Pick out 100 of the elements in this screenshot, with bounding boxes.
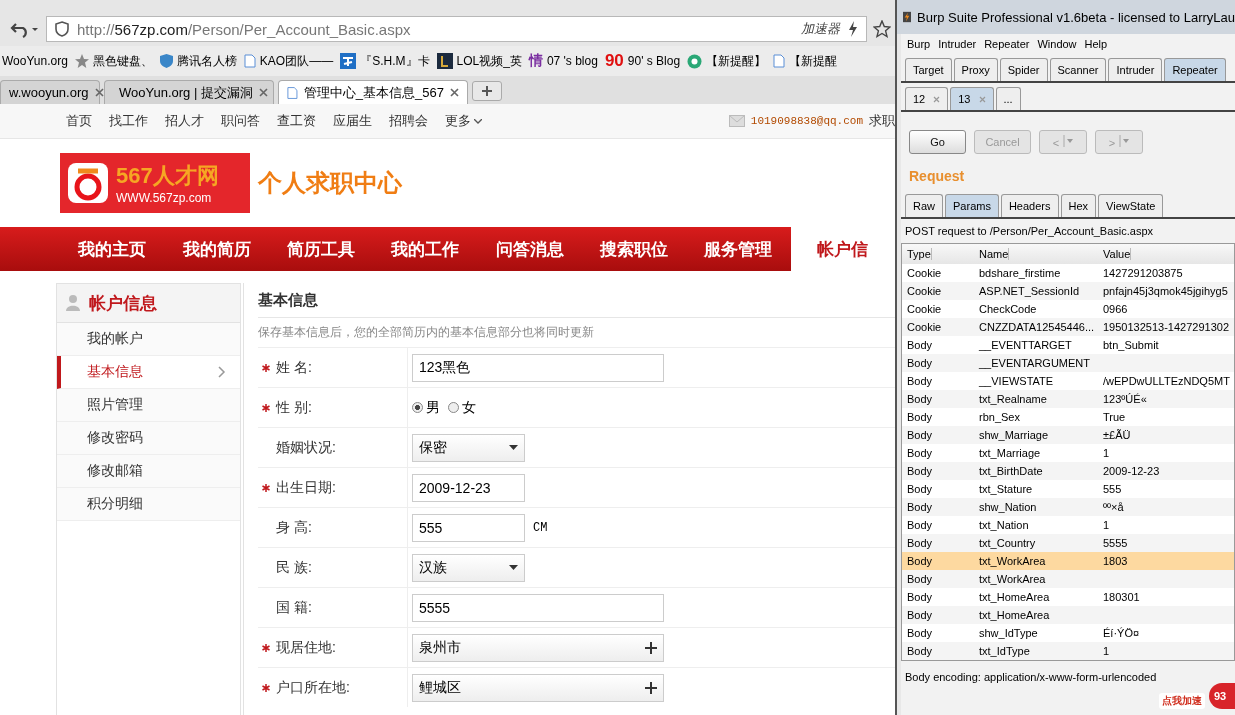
main-nav-tab[interactable]: 简历工具 (268, 227, 374, 271)
region-picker[interactable]: 泉州市 (412, 633, 664, 662)
dropdown[interactable]: 保密 (412, 433, 525, 462)
view-tab[interactable]: Hex (1060, 194, 1097, 217)
column-header[interactable]: Name (974, 248, 1010, 260)
top-nav-link[interactable]: 首页 (66, 112, 92, 130)
tool-tab[interactable]: Intruder (1108, 58, 1163, 81)
radio-option[interactable]: 女 (448, 398, 476, 417)
sidebar-item[interactable]: 修改密码 (57, 422, 240, 455)
tool-tab[interactable]: Target (905, 58, 952, 81)
main-nav-tab[interactable]: 服务管理 (686, 227, 791, 271)
speed-up-tooltip[interactable]: 点我加速 (1159, 693, 1205, 709)
view-tab[interactable]: Headers (1000, 194, 1059, 217)
request-line: POST request to /Person/Per_Account_Basic.aspx (904, 224, 1155, 239)
table-cell-text: ºº×å (1102, 501, 1124, 513)
bookmark-link[interactable]: KAO团队—— (259, 52, 334, 70)
main-nav-tab[interactable]: 搜索职位 (581, 227, 687, 271)
tool-tab[interactable]: Spider (999, 58, 1048, 81)
bookmark-link[interactable]: 【新提醒 (789, 52, 838, 70)
sidebar-item[interactable]: 修改邮箱 (57, 455, 240, 488)
top-nav-link[interactable]: 求职 (869, 112, 895, 130)
menu-item[interactable]: Intruder (938, 38, 977, 50)
more-link[interactable]: 更多 (445, 112, 482, 130)
param-row[interactable]: Body __VIEWSTATE /wEPDwULLTEzNDQ5MT (902, 372, 1234, 390)
region-picker[interactable]: 鲤城区 (412, 673, 664, 702)
text-field[interactable]: 2009-12-23 (412, 473, 525, 502)
param-row[interactable]: Body txt_Nation 1 (902, 516, 1234, 534)
param-row[interactable]: Body txt_HomeArea 180301 (902, 588, 1234, 606)
bookmark-link[interactable]: LOL视频_英 (456, 52, 522, 70)
bookmark-link[interactable]: 【新提醒】 (706, 52, 767, 70)
field-label: 国 籍: (276, 598, 312, 617)
param-row[interactable]: Cookie CheckCode 0966 (902, 300, 1234, 318)
site-logo[interactable]: 567人才网 WWW.567zp.com (60, 153, 250, 213)
top-nav-link[interactable]: 招人才 (165, 112, 204, 130)
param-row[interactable]: Body shw_IdType Éí·ÝÖ¤ (902, 624, 1234, 642)
tool-tab[interactable]: Scanner (1049, 58, 1107, 81)
menu-item[interactable]: Repeater (984, 38, 1030, 50)
param-row[interactable]: Body shw_Marriage ±£ÃÜ (902, 426, 1234, 444)
view-tab[interactable]: Raw (905, 194, 943, 217)
browser-tab[interactable]: 管理中心_基本信息_567 (278, 80, 468, 104)
radio-option[interactable]: 男 (412, 398, 440, 417)
main-nav-tab[interactable]: 帐户信 (790, 227, 895, 271)
column-header[interactable]: Value (1098, 248, 1132, 260)
accelerator-label[interactable]: 加速器 (801, 20, 840, 38)
main-nav-tab[interactable]: 我的主页 (60, 227, 165, 271)
menu-item[interactable]: Help (1084, 38, 1108, 50)
param-row[interactable]: Cookie CNZZDATA12545446... 1950132513-1427291302 (902, 318, 1234, 336)
bookmark-link[interactable]: 90' s Blog (627, 54, 681, 68)
request-tab[interactable]: ... (995, 87, 1021, 110)
bookmark-link[interactable]: 腾讯名人榜 (176, 52, 237, 70)
sidebar-item[interactable]: 积分明细 (57, 488, 240, 521)
top-nav-link[interactable]: 招聘会 (389, 112, 428, 130)
bookmark-link[interactable]: WooYun.org (2, 54, 68, 68)
param-row[interactable]: Body txt_Realname 123ºÚÉ« (902, 390, 1234, 408)
sidebar-item[interactable]: 照片管理 (57, 389, 240, 422)
text-field[interactable]: 555 (412, 513, 525, 542)
param-row[interactable]: Body shw_Nation ºº×å (902, 498, 1234, 516)
param-row[interactable]: Body rbn_Sex True (902, 408, 1234, 426)
main-nav-tab[interactable]: 我的简历 (164, 227, 269, 271)
param-row[interactable]: Body txt_Marriage 1 (902, 444, 1234, 462)
request-tab[interactable]: 12 (905, 87, 949, 110)
bookmark-link[interactable]: 黑色键盘、 (92, 52, 153, 70)
text-field[interactable]: 123黑色 (412, 353, 664, 382)
view-tab[interactable]: ViewState (1098, 194, 1164, 217)
param-row[interactable]: Body txt_BirthDate 2009-12-23 (902, 462, 1234, 480)
top-nav-link[interactable]: 应届生 (333, 112, 372, 130)
main-nav-tab[interactable]: 我的工作 (373, 227, 478, 271)
dropdown[interactable]: 汉族 (412, 553, 525, 582)
param-row[interactable]: Body txt_HomeArea (902, 606, 1234, 624)
address-field[interactable]: http://567zp.com/Person/Per_Account_Basic.aspx 加速器 (46, 16, 867, 42)
menu-item[interactable]: Window (1037, 38, 1077, 50)
bookmark-link[interactable]: 『S.H.M』卡 (360, 52, 430, 70)
top-nav-link[interactable]: 职问答 (221, 112, 260, 130)
top-nav-link[interactable]: 找工作 (109, 112, 148, 130)
sidebar-item[interactable]: 基本信息 (57, 356, 240, 389)
param-row[interactable]: Body txt_WorkArea 1803 (902, 552, 1234, 570)
param-row[interactable]: Body __EVENTARGUMENT (902, 354, 1234, 372)
browser-tab[interactable]: WooYun.org | 提交漏洞 (104, 80, 274, 104)
speed-up-counter[interactable]: 93 (1209, 683, 1235, 709)
param-row[interactable]: Body txt_WorkArea (902, 570, 1234, 588)
tool-tab[interactable]: Repeater (1164, 58, 1226, 81)
text-field[interactable]: 5555 (412, 593, 664, 622)
column-header[interactable]: Type (902, 248, 932, 260)
menu-item[interactable]: Burp (907, 38, 931, 50)
param-row[interactable]: Body __EVENTTARGET btn_Submit (902, 336, 1234, 354)
main-nav-tab[interactable]: 问答消息 (477, 227, 582, 271)
param-row[interactable]: Cookie ASP.NET_SessionId pnfajn45j3qmok45jgihyg5 (902, 282, 1234, 300)
view-tab[interactable]: Params (945, 194, 999, 217)
param-row[interactable]: Cookie bdshare_firstime 1427291203875 (902, 264, 1234, 282)
param-row[interactable]: Body txt_IdType 1 (902, 642, 1234, 660)
request-tab[interactable]: 13 (950, 87, 994, 110)
tool-tab[interactable]: Proxy (953, 58, 998, 81)
param-row[interactable]: Body txt_Stature 555 (902, 480, 1234, 498)
table-cell-text: Body (906, 411, 933, 423)
param-row[interactable]: Body txt_Country 5555 (902, 534, 1234, 552)
top-nav-link[interactable]: 查工资 (277, 112, 316, 130)
toolbar-button[interactable]: Go (909, 130, 966, 154)
bookmark-link[interactable]: 07 's blog (546, 54, 598, 68)
email-link[interactable]: 1019098838@qq.com (750, 115, 863, 127)
sidebar-item[interactable]: 我的帐户 (57, 323, 240, 356)
